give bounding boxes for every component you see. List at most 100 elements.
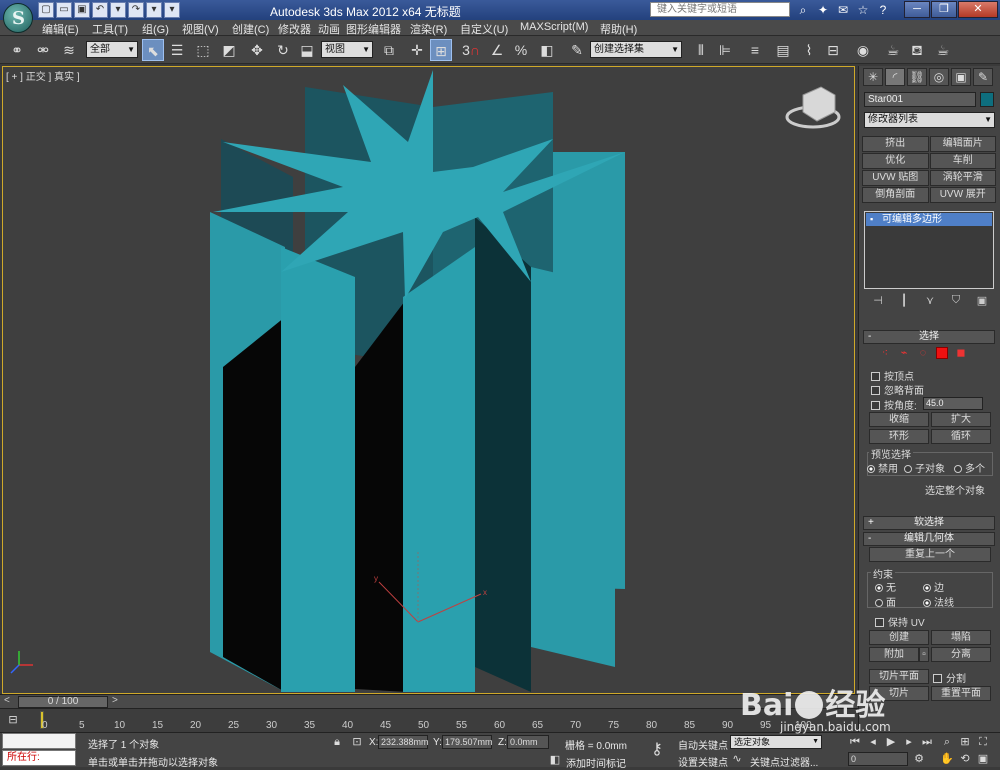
zoom-extents-icon[interactable]: ⛶	[976, 735, 990, 749]
polygon-level-icon[interactable]	[936, 347, 948, 359]
keyboard-shortcut-icon[interactable]: ⊞	[430, 39, 452, 61]
collapse-button[interactable]: 塌陷	[931, 630, 991, 645]
modifier-bevel-profile-button[interactable]: 倒角剖面	[862, 187, 929, 203]
selection-rollout-header[interactable]: - 选择	[863, 330, 995, 344]
vertex-level-icon[interactable]: ⁖	[879, 347, 891, 359]
align-icon[interactable]: ⊫	[714, 39, 736, 61]
x-coord-field[interactable]: 232.388mm	[378, 735, 429, 749]
menu-edit[interactable]: 编辑(E)	[42, 21, 79, 37]
customize-dropdown-icon[interactable]: ▾	[164, 2, 180, 18]
file-new-icon[interactable]: ▢	[38, 2, 54, 18]
undo-icon[interactable]: ↶	[92, 2, 108, 18]
snaps-toggle-icon[interactable]: 3∩	[460, 39, 482, 61]
viewcube-icon[interactable]	[802, 86, 836, 122]
ribbon-icon[interactable]: ▤	[772, 39, 794, 61]
attach-settings-icon[interactable]: ▫	[919, 647, 929, 662]
time-config-icon[interactable]: ⚙	[912, 752, 926, 766]
pivot-icon[interactable]: ⧉	[378, 39, 400, 61]
soft-selection-rollout-header[interactable]: + 软选择	[863, 516, 995, 530]
key-tangent-icon[interactable]: ∿	[730, 752, 744, 766]
set-key-icon[interactable]: ⚷	[650, 742, 664, 758]
current-frame-field[interactable]: 0	[848, 752, 908, 766]
save-icon[interactable]: ▣	[74, 2, 90, 18]
by-vertex-checkbox[interactable]: 按顶点	[871, 368, 914, 383]
edge-level-icon[interactable]: ⌁	[898, 347, 910, 359]
constraint-face-radio[interactable]: 面	[875, 594, 896, 609]
key-mode-dropdown[interactable]: 选定对象	[730, 735, 822, 749]
preview-subobject-radio[interactable]: 子对象	[904, 460, 945, 475]
mirror-icon[interactable]: ⫴	[690, 39, 712, 61]
show-end-result-icon[interactable]: ┃	[895, 294, 913, 308]
constraint-none-radio[interactable]: 无	[875, 579, 896, 594]
display-tab-icon[interactable]: ▣	[951, 68, 971, 86]
border-level-icon[interactable]: ◌	[917, 347, 929, 359]
menu-rendering[interactable]: 渲染(R)	[410, 21, 447, 37]
menu-animation[interactable]: 动画	[318, 21, 340, 37]
modify-tab-icon[interactable]: ◜	[885, 68, 905, 86]
menu-modifiers[interactable]: 修改器	[278, 21, 311, 37]
viewport-perspective[interactable]: [ + ] 正交 ] 真实 ] x y	[2, 66, 855, 694]
goto-end-icon[interactable]: ⏭	[920, 735, 934, 749]
preserve-uv-checkbox[interactable]: 保持 UV	[875, 614, 925, 629]
edit-geometry-rollout-header[interactable]: - 编辑几何体	[863, 532, 995, 546]
render-production-icon[interactable]: ☕	[932, 39, 954, 61]
subscription-icon[interactable]: ✦	[815, 2, 831, 18]
preview-off-radio[interactable]: 禁用	[867, 460, 898, 475]
maxscript-listener-bottom[interactable]: 所在行:	[2, 750, 76, 766]
layer-manager-icon[interactable]: ≡	[744, 39, 766, 61]
modifier-extrude-button[interactable]: 挤出	[862, 136, 929, 152]
select-object-icon[interactable]: ⬉	[142, 39, 164, 61]
make-unique-icon[interactable]: ⋎	[921, 294, 939, 308]
shrink-button[interactable]: 收缩	[869, 412, 929, 427]
restore-button[interactable]: ❐	[931, 1, 957, 18]
material-editor-icon[interactable]: ◉	[852, 39, 874, 61]
menu-tools[interactable]: 工具(T)	[92, 21, 128, 37]
menu-help[interactable]: 帮助(H)	[600, 21, 637, 37]
curve-editor-icon[interactable]: ⌇	[798, 39, 820, 61]
selection-filter-dropdown[interactable]: 全部	[86, 41, 138, 58]
time-slider-prev-icon[interactable]: <	[4, 695, 10, 706]
auto-key-button[interactable]: 自动关键点	[678, 737, 728, 752]
hierarchy-tab-icon[interactable]: ⛓	[907, 68, 927, 86]
modifier-uvw-map-button[interactable]: UVW 贴图	[862, 170, 929, 186]
create-button[interactable]: 创建	[869, 630, 929, 645]
preview-multi-radio[interactable]: 多个	[954, 460, 985, 475]
utilities-tab-icon[interactable]: ✎	[973, 68, 993, 86]
rect-selection-icon[interactable]: ⬚	[192, 39, 214, 61]
object-color-swatch[interactable]	[980, 92, 994, 107]
lock-icon[interactable]: 🔒︎	[330, 735, 344, 749]
menu-group[interactable]: 组(G)	[142, 21, 169, 37]
link-icon[interactable]: ⚭	[6, 39, 28, 61]
motion-tab-icon[interactable]: ◎	[929, 68, 949, 86]
move-icon[interactable]: ✥	[246, 39, 268, 61]
split-checkbox[interactable]: 分割	[933, 670, 966, 685]
stack-item-editable-poly[interactable]: 可编辑多边形	[866, 213, 992, 226]
absolute-mode-icon[interactable]: ⊡	[350, 735, 364, 749]
prev-frame-icon[interactable]: ◂	[866, 735, 880, 749]
mini-curve-editor-icon[interactable]: ⊟	[6, 713, 20, 727]
time-slider-next-icon[interactable]: >	[112, 695, 118, 706]
modifier-uvw-unwrap-button[interactable]: UVW 展开	[929, 187, 996, 203]
schematic-view-icon[interactable]: ⊟	[822, 39, 844, 61]
menu-create[interactable]: 创建(C)	[232, 21, 269, 37]
binoculars-icon[interactable]: ⌕	[795, 2, 811, 18]
configure-sets-icon[interactable]: ▣	[973, 294, 991, 308]
pin-stack-icon[interactable]: ⊣	[869, 294, 887, 308]
play-icon[interactable]: ▶	[884, 735, 898, 749]
orbit-icon[interactable]: ⟲	[958, 752, 972, 766]
attach-button[interactable]: 附加	[869, 647, 919, 662]
modifier-turbosmooth-button[interactable]: 涡轮平滑	[929, 170, 996, 186]
menu-maxscript[interactable]: MAXScript(M)	[520, 21, 588, 33]
track-bar[interactable]: ⊟ 0 5 10 15 20 25 30 35 40 45 50 55 60 6…	[0, 708, 858, 732]
window-crossing-icon[interactable]: ◩	[218, 39, 240, 61]
time-slider-handle[interactable]: 0 / 100	[18, 696, 108, 708]
maxscript-listener-top[interactable]	[2, 733, 76, 749]
edit-named-selection-icon[interactable]: ✎	[566, 39, 588, 61]
select-by-name-icon[interactable]: ☰	[166, 39, 188, 61]
constraint-edge-radio[interactable]: 边	[923, 579, 944, 594]
z-coord-field[interactable]: 0.0mm	[507, 735, 549, 749]
object-name-field[interactable]: Star001	[864, 92, 976, 107]
render-setup-icon[interactable]: ☕	[882, 39, 904, 61]
repeat-last-button[interactable]: 重复上一个	[869, 547, 991, 562]
loop-button[interactable]: 循环	[931, 429, 991, 444]
